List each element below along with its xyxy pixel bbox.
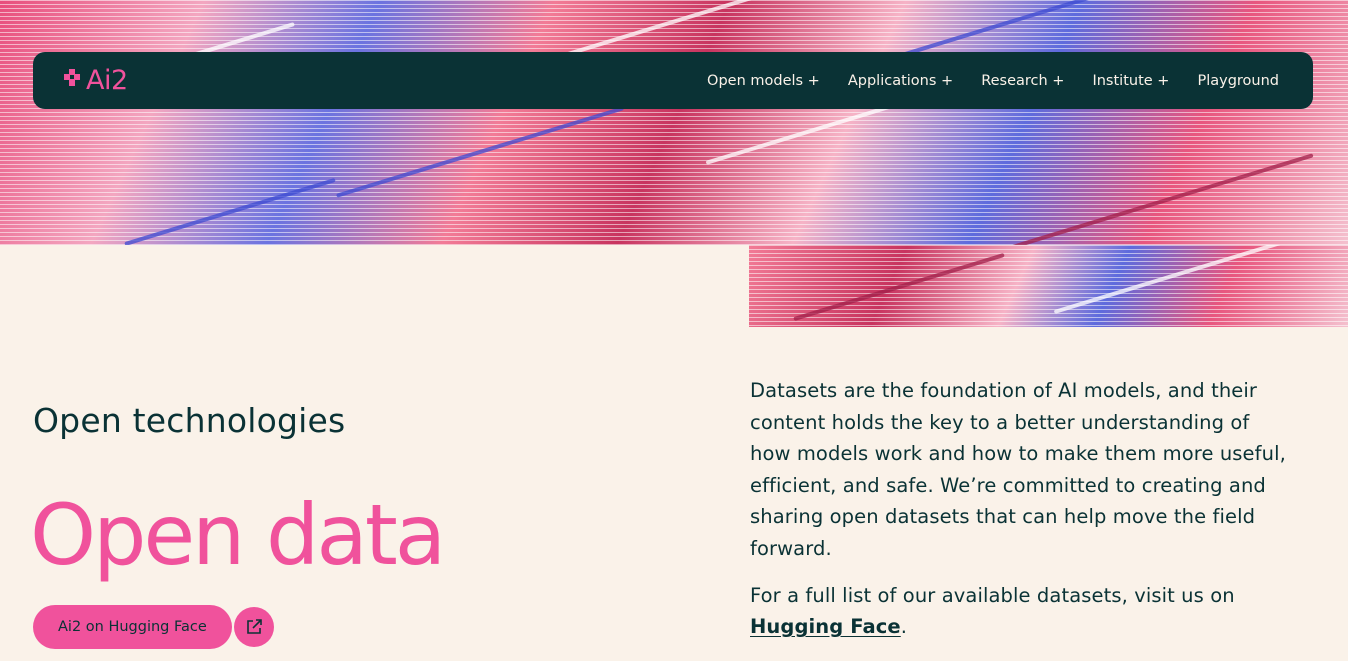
top-navigation: Ai2 Open models + Applications + Researc… [33,52,1313,109]
nav-open-models[interactable]: Open models + [707,73,820,89]
nav-playground[interactable]: Playground [1197,73,1279,89]
nav-applications[interactable]: Applications + [848,73,953,89]
nav-menu: Open models + Applications + Research + … [707,73,1279,89]
external-link-icon[interactable] [233,607,274,647]
nav-research[interactable]: Research + [981,73,1064,89]
hero-background-image [0,0,1348,245]
hugging-face-link[interactable]: Hugging Face [750,615,901,638]
ai2-logo[interactable]: Ai2 [61,65,128,96]
hugging-face-cta: Ai2 on Hugging Face [33,605,274,649]
page-title: Open data [30,486,446,584]
ai2-sparkle-icon [61,68,83,94]
hugging-face-button[interactable]: Ai2 on Hugging Face [33,605,232,649]
intro-paragraph: Datasets are the foundation of AI models… [750,379,1286,560]
nav-institute[interactable]: Institute + [1092,73,1169,89]
datasets-paragraph: For a full list of our available dataset… [750,583,1235,639]
intro-text: Datasets are the foundation of AI models… [750,375,1290,658]
section-eyebrow: Open technologies [33,401,346,440]
logo-wordmark: Ai2 [86,65,128,96]
hero-background-image-extension [749,245,1348,327]
